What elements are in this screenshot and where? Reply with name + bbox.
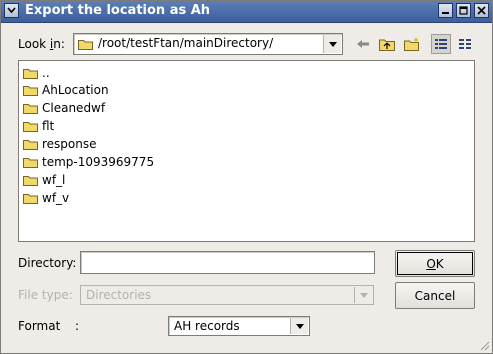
chevron-down-icon	[328, 41, 337, 47]
file-list[interactable]: .. AhLocation Cleanedwf flt response tem…	[18, 60, 475, 242]
parent-folder-icon[interactable]	[377, 34, 397, 54]
file-type-combo[interactable]: Directories	[80, 285, 374, 305]
file-type-value: Directories	[86, 288, 152, 302]
minimize-icon[interactable]	[438, 3, 453, 18]
resize-grip-icon[interactable]	[478, 339, 490, 351]
file-name: ..	[42, 65, 50, 80]
folder-icon	[23, 139, 38, 150]
file-name: flt	[42, 118, 55, 133]
back-arrow-icon[interactable]	[353, 34, 373, 54]
window-title: Export the location as Ah	[25, 3, 211, 18]
list-item[interactable]: flt	[23, 117, 54, 134]
file-type-dropdown-button[interactable]	[354, 287, 372, 303]
folder-icon	[23, 157, 38, 168]
list-item[interactable]: response	[23, 135, 97, 152]
ok-button-label: K	[435, 256, 444, 271]
maximize-icon[interactable]	[456, 3, 471, 18]
format-label: Format	[18, 319, 61, 333]
look-in-dropdown-button[interactable]	[323, 35, 341, 53]
look-in-combo[interactable]: /root/testFtan/mainDirectory/	[73, 33, 343, 55]
folder-icon	[23, 68, 38, 79]
cancel-button[interactable]: Cancel	[395, 282, 475, 309]
look-in-label-text: Look	[18, 37, 50, 51]
folder-icon	[23, 103, 38, 114]
format-select[interactable]: AH records	[168, 316, 310, 336]
list-item[interactable]: ..	[23, 64, 50, 81]
close-icon[interactable]	[474, 3, 489, 18]
window-menu-chevron-icon[interactable]	[4, 3, 19, 18]
format-colon: :	[75, 319, 80, 333]
ok-button-mnemonic: O	[426, 256, 436, 271]
file-name: temp-1093969775	[42, 154, 155, 169]
file-name: response	[42, 136, 97, 151]
list-item[interactable]: Cleanedwf	[23, 99, 105, 116]
list-item[interactable]: wf_v	[23, 189, 69, 206]
cancel-button-label: Cancel	[414, 288, 456, 303]
list-item[interactable]: temp-1093969775	[23, 153, 154, 170]
folder-icon	[23, 175, 38, 186]
directory-input[interactable]	[80, 251, 375, 274]
format-dropdown-button[interactable]	[290, 318, 308, 334]
folder-icon	[23, 121, 38, 132]
export-dialog: Export the location as Ah Look in: /root…	[0, 0, 493, 354]
new-folder-icon[interactable]	[402, 34, 422, 54]
ok-button[interactable]: OK	[395, 250, 475, 277]
file-name: Cleanedwf	[42, 100, 106, 115]
list-item[interactable]: wf_l	[23, 171, 65, 188]
folder-icon	[23, 193, 38, 204]
folder-icon	[78, 40, 93, 50]
list-item[interactable]: AhLocation	[23, 81, 109, 98]
title-bar[interactable]: Export the location as Ah	[1, 1, 492, 23]
file-name: AhLocation	[42, 82, 109, 97]
look-in-label: Look in:	[18, 37, 65, 51]
detail-view-icon[interactable]	[431, 34, 451, 54]
chevron-down-icon	[359, 292, 368, 298]
chevron-down-icon	[295, 323, 304, 329]
look-in-path: /root/testFtan/mainDirectory/	[98, 36, 274, 50]
look-in-label-suffix: n:	[53, 37, 65, 51]
file-name: wf_v	[42, 190, 70, 205]
list-view-icon[interactable]	[455, 34, 475, 54]
folder-icon	[23, 85, 38, 96]
file-name: wf_l	[42, 172, 66, 187]
directory-label: Directory:	[18, 256, 77, 270]
format-value: AH records	[174, 319, 240, 333]
file-type-label: File type:	[18, 288, 73, 302]
